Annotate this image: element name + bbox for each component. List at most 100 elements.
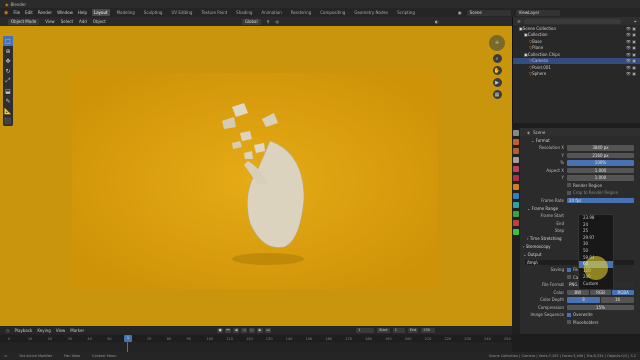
- tab-compositing[interactable]: Compositing: [318, 9, 347, 16]
- render-tab-icon[interactable]: [513, 139, 519, 145]
- record-icon[interactable]: ●: [217, 327, 224, 333]
- modifier-tab-icon[interactable]: [513, 193, 519, 199]
- tab-rendering[interactable]: Rendering: [289, 9, 313, 16]
- format-row-field[interactable]: 1.000: [567, 175, 634, 181]
- menu-timeline-view[interactable]: View: [56, 328, 66, 333]
- world-tab-icon[interactable]: [513, 175, 519, 181]
- compression-slider[interactable]: 15%: [567, 304, 634, 310]
- frame-rate-option[interactable]: 50: [579, 248, 613, 255]
- visibility-eye-icon[interactable]: 👁 ▣: [626, 26, 636, 31]
- viewport-shading-icon[interactable]: ◐: [435, 19, 439, 24]
- color-rgb-button[interactable]: RGB: [589, 289, 612, 295]
- move-icon[interactable]: ✥: [3, 56, 13, 66]
- measure-icon[interactable]: 📐: [3, 106, 13, 116]
- format-row-field[interactable]: 1.000: [567, 167, 634, 173]
- format-panel-header[interactable]: ⌄ Format: [523, 136, 640, 144]
- frame-rate-option[interactable]: 23.98: [579, 215, 613, 222]
- format-row-field[interactable]: 100%: [567, 160, 634, 166]
- perspective-toggle-icon[interactable]: ▦: [492, 90, 502, 99]
- physics-tab-icon[interactable]: [513, 211, 519, 217]
- end-frame-field[interactable]: 250: [421, 327, 436, 333]
- current-frame-field[interactable]: 1: [356, 327, 375, 333]
- tab-sculpting[interactable]: Sculpting: [142, 9, 165, 16]
- tab-animation[interactable]: Animation: [259, 9, 283, 16]
- visibility-eye-icon[interactable]: 👁 ▣: [626, 71, 636, 76]
- frame-rate-option[interactable]: 30: [579, 241, 613, 248]
- cache-result-checkbox[interactable]: [567, 275, 571, 280]
- frame-rate-option[interactable]: 29.97: [579, 235, 613, 242]
- filter-icon[interactable]: ⏷: [634, 19, 637, 24]
- camera-view-icon[interactable]: ▶: [492, 78, 502, 87]
- cursor-icon[interactable]: ⊕: [3, 46, 13, 56]
- tab-modeling[interactable]: Modeling: [115, 9, 137, 16]
- menu-marker[interactable]: Marker: [70, 328, 84, 333]
- tab-layout[interactable]: Layout: [91, 9, 110, 16]
- tab-uv-editing[interactable]: UV Editing: [169, 9, 194, 16]
- visibility-eye-icon[interactable]: 👁 ▣: [626, 32, 636, 37]
- menu-view[interactable]: View: [45, 19, 55, 24]
- format-row-field[interactable]: 2160 px: [567, 152, 634, 158]
- output-tab-icon[interactable]: [513, 148, 519, 154]
- frame-rate-dropdown[interactable]: 24 fps: [567, 197, 634, 203]
- tab-geometry-nodes[interactable]: Geometry Nodes: [352, 9, 390, 16]
- depth-16-button[interactable]: 16: [601, 297, 634, 303]
- transform-icon[interactable]: ⬓: [3, 86, 13, 96]
- menu-render[interactable]: Render: [38, 10, 52, 15]
- tab-texture-paint[interactable]: Texture Paint: [199, 9, 229, 16]
- frame-rate-option[interactable]: 25: [579, 228, 613, 235]
- menu-object[interactable]: Object: [93, 19, 106, 24]
- pan-icon[interactable]: ✋: [492, 66, 502, 75]
- placeholders-checkbox[interactable]: [567, 320, 571, 325]
- render-region-checkbox[interactable]: [567, 183, 571, 188]
- snap-icon[interactable]: ⚲: [267, 19, 270, 24]
- visibility-eye-icon[interactable]: 👁 ▣: [626, 52, 636, 57]
- menu-file[interactable]: File: [13, 10, 20, 15]
- playhead[interactable]: 1: [124, 335, 132, 342]
- depth-8-button[interactable]: 8: [567, 297, 600, 303]
- menu-keying[interactable]: Keying: [37, 328, 50, 333]
- color-rgba-button[interactable]: RGBA: [612, 289, 635, 295]
- tool-tab-icon[interactable]: [513, 130, 519, 136]
- add-cube-icon[interactable]: ⬛: [3, 116, 13, 126]
- timeline-editor-icon[interactable]: ◷: [6, 328, 10, 333]
- tab-shading[interactable]: Shading: [234, 9, 254, 16]
- view-layer-selector[interactable]: ViewLayer: [515, 9, 560, 16]
- overwrite-checkbox[interactable]: [567, 312, 571, 317]
- transform-orientation-dropdown[interactable]: Global: [241, 18, 261, 25]
- visibility-eye-icon[interactable]: 👁 ▣: [626, 45, 636, 50]
- visibility-eye-icon[interactable]: 👁 ▣: [626, 39, 636, 44]
- menu-help[interactable]: Help: [78, 10, 87, 15]
- color-bw-button[interactable]: BW: [567, 289, 589, 295]
- annotate-icon[interactable]: ✎: [3, 96, 13, 106]
- timeline-ruler[interactable]: 0102030405060708090100110120130140150160…: [0, 335, 512, 342]
- menu-edit[interactable]: Edit: [25, 10, 33, 15]
- jump-start-icon[interactable]: ⏮: [225, 327, 232, 333]
- scene-selector[interactable]: Scene: [466, 9, 511, 16]
- frame-rate-option[interactable]: 24: [579, 222, 613, 229]
- menu-window[interactable]: Window: [57, 10, 73, 15]
- step-forward-icon[interactable]: ▶: [257, 327, 264, 333]
- file-extensions-checkbox[interactable]: [567, 267, 571, 272]
- outliner-item[interactable]: ▽ Sphere 👁 ▣: [513, 71, 640, 78]
- mode-dropdown[interactable]: Object Mode: [8, 18, 40, 25]
- particles-tab-icon[interactable]: [513, 202, 519, 208]
- view-layer-tab-icon[interactable]: [513, 157, 519, 163]
- object-tab-icon[interactable]: [513, 184, 519, 190]
- start-frame-field[interactable]: 1: [392, 327, 405, 333]
- format-row-field[interactable]: 3840 px: [567, 145, 634, 151]
- blender-menu-icon[interactable]: ◉: [4, 10, 8, 16]
- menu-select[interactable]: Select: [61, 19, 73, 24]
- step-back-icon[interactable]: ◀: [233, 327, 240, 333]
- jump-end-icon[interactable]: ⏭: [265, 327, 272, 333]
- play-reverse-icon[interactable]: ◁: [241, 327, 248, 333]
- tab-scripting[interactable]: Scripting: [395, 9, 417, 16]
- rotate-icon[interactable]: ↻: [3, 66, 13, 76]
- play-icon[interactable]: ▷: [249, 327, 256, 333]
- proportional-edit-icon[interactable]: ◎: [276, 19, 280, 24]
- menu-add[interactable]: Add: [79, 19, 87, 24]
- constraints-tab-icon[interactable]: [513, 220, 519, 226]
- zoom-icon[interactable]: ⌕: [492, 54, 502, 63]
- scale-icon[interactable]: ⤢: [3, 76, 13, 86]
- outliner-editor-icon[interactable]: ☰: [517, 19, 521, 24]
- outliner-search-field[interactable]: [523, 18, 621, 24]
